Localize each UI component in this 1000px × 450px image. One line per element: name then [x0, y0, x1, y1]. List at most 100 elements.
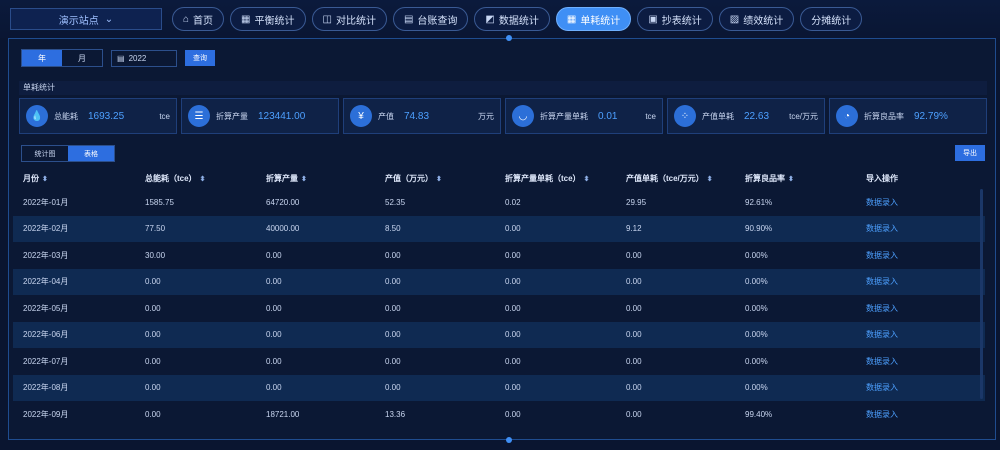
export-button[interactable]: 导出	[955, 145, 985, 161]
column-header-label: 折算产量单耗（tce）	[505, 173, 581, 183]
table-cell: 0.00	[385, 356, 401, 366]
nav-item-7[interactable]: ▨ 绩效统计	[718, 7, 795, 31]
table-row: 2022年-04月 0.00 0.00 0.00 0.00 0.00 0.00% 数据录入	[13, 268, 985, 295]
table-cell: 0.00	[145, 356, 161, 366]
table-cell: 92.61%	[745, 197, 773, 207]
table-body: 2022年-01月 1585.75 64720.00 52.35 0.02 29.95 92…	[13, 189, 985, 428]
bowl-icon: ◡	[512, 105, 534, 127]
table-row: 2022年-09月 0.00 18721.00 13.36 0.00 0.00 99.40%…	[13, 401, 985, 428]
card-value: 22.63	[744, 110, 770, 122]
sort-icon[interactable]: ⬍	[436, 176, 442, 183]
site-selector-label: 演示站点	[58, 15, 99, 27]
data-entry-link[interactable]: 数据录入	[856, 356, 976, 367]
dots-icon: ⁘	[674, 105, 696, 127]
table-cell: 0.00%	[745, 303, 768, 313]
card-label: 折算良品率	[864, 111, 904, 121]
card-label: 折算产量	[216, 111, 248, 121]
nav-item-label: 平衡统计	[254, 15, 295, 27]
table-cell: 99.40%	[745, 409, 773, 419]
summary-card: 💧 总能耗 1693.25 tce	[19, 98, 177, 134]
nav-item-label: 单耗统计	[580, 15, 621, 27]
table-cell: 13.36	[385, 409, 406, 419]
table-cell: 0.00	[145, 303, 161, 313]
column-header-label: 产值单耗（tce/万元）	[626, 173, 704, 183]
table-cell: 0.00	[626, 303, 642, 313]
nav-item-3[interactable]: ▤ 台账查询	[392, 7, 469, 31]
summary-cards: 💧 总能耗 1693.25 tce ☰ 折算产量 123441.00 ¥ 产值 74.83 万元 ◡ 折…	[19, 98, 987, 134]
card-value: 92.79%	[914, 110, 948, 122]
server-icon: ☰	[188, 105, 210, 127]
sort-icon[interactable]: ⬍	[200, 176, 206, 183]
nav-item-8[interactable]: 分摊统计	[800, 7, 863, 31]
period-month-button[interactable]: 月	[62, 50, 102, 66]
data-entry-link[interactable]: 数据录入	[856, 276, 976, 287]
sort-icon[interactable]: ⬍	[584, 176, 590, 183]
period-year-button[interactable]: 年	[22, 50, 62, 66]
table-cell: 9.12	[626, 224, 642, 234]
sort-icon[interactable]: ⬍	[788, 176, 794, 183]
table-header: 月份 ⬍ 总能耗（tce） ⬍ 折算产量 ⬍ 产值（万元） ⬍ 折算产量单耗（tce） ⬍ 产值单耗…	[13, 167, 985, 189]
table-cell: 0.00	[145, 409, 161, 419]
data-entry-link[interactable]: 数据录入	[856, 382, 976, 393]
column-header[interactable]: 折算产量 ⬍	[256, 173, 375, 184]
table-cell: 0.00	[505, 383, 521, 393]
table-cell: 64720.00	[266, 197, 300, 207]
nav-item-label: 首页	[193, 15, 214, 27]
sort-icon[interactable]: ⬍	[707, 176, 713, 183]
table-cell: 2022年-09月	[23, 409, 69, 419]
table-row: 2022年-05月 0.00 0.00 0.00 0.00 0.00 0.00% 数据录入	[13, 295, 985, 322]
table-cell: 0.00	[266, 277, 282, 287]
table-scrollbar[interactable]	[980, 189, 983, 399]
site-selector[interactable]: 演示站点 ⌄	[10, 8, 162, 30]
nav-item-1[interactable]: ▦ 平衡统计	[230, 7, 306, 31]
panel-bottom-handle	[506, 437, 512, 443]
table-cell: 0.00	[505, 356, 521, 366]
compare-icon: ◫	[322, 13, 332, 25]
column-header[interactable]: 产值单耗（tce/万元） ⬍	[616, 173, 735, 184]
data-entry-link[interactable]: 数据录入	[856, 409, 976, 420]
table-cell: 2022年-05月	[23, 303, 69, 313]
nav-item-4[interactable]: ◩ 数据统计	[474, 7, 550, 31]
data-entry-link[interactable]: 数据录入	[856, 303, 976, 314]
table-row: 2022年-03月 30.00 0.00 0.00 0.00 0.00 0.00% 数据录入	[13, 242, 985, 269]
data-entry-link[interactable]: 数据录入	[856, 223, 976, 234]
sort-icon[interactable]: ⬍	[42, 176, 48, 183]
table-row: 2022年-06月 0.00 0.00 0.00 0.00 0.00 0.00% 数据录入	[13, 321, 985, 348]
summary-card: ◡ 折算产量单耗 0.01 tce	[505, 98, 663, 134]
nav-item-6[interactable]: ▣ 抄表统计	[637, 7, 713, 31]
data-entry-link[interactable]: 数据录入	[856, 250, 976, 261]
nav-item-2[interactable]: ◫ 对比统计	[311, 7, 387, 31]
chevron-down-icon: ⌄	[104, 13, 114, 25]
tab-chart[interactable]: 统计图	[22, 146, 68, 161]
panel-top-handle	[506, 35, 512, 41]
sort-icon[interactable]: ⬍	[301, 176, 307, 183]
column-header[interactable]: 折算良品率 ⬍	[735, 173, 856, 184]
year-picker[interactable]: ▤ 2022	[111, 49, 177, 67]
column-header[interactable]: 总能耗（tce） ⬍	[135, 173, 256, 184]
pie-icon: ◔	[836, 105, 858, 127]
home-icon: ⌂	[183, 13, 190, 25]
column-header[interactable]: 折算产量单耗（tce） ⬍	[495, 173, 616, 184]
nav-item-0[interactable]: ⌂ 首页	[172, 7, 225, 31]
data-entry-link[interactable]: 数据录入	[856, 197, 976, 208]
table-cell: 0.00	[505, 224, 521, 234]
table-cell: 0.00	[626, 356, 642, 366]
tab-table[interactable]: 表格	[68, 146, 114, 161]
chart-icon: ◩	[485, 13, 495, 25]
table-cell: 0.00%	[745, 383, 768, 393]
nav-item-5[interactable]: ▦ 单耗统计	[555, 7, 632, 31]
section-title: 单耗统计	[19, 81, 987, 95]
nav-item-label: 台账查询	[417, 15, 458, 27]
table-cell: 0.00	[266, 356, 282, 366]
table-cell: 0.00%	[745, 356, 768, 366]
table-cell: 52.35	[385, 197, 406, 207]
card-unit: tce/万元	[789, 111, 818, 121]
table-row: 2022年-08月 0.00 0.00 0.00 0.00 0.00 0.00% 数据录入	[13, 374, 985, 401]
column-header[interactable]: 产值（万元） ⬍	[375, 173, 495, 184]
data-entry-link[interactable]: 数据录入	[856, 329, 976, 340]
card-label: 总能耗	[54, 111, 78, 121]
query-button[interactable]: 查询	[185, 50, 215, 66]
table-cell: 40000.00	[266, 224, 300, 234]
column-header: 导入操作	[856, 173, 976, 184]
column-header[interactable]: 月份 ⬍	[13, 173, 135, 184]
